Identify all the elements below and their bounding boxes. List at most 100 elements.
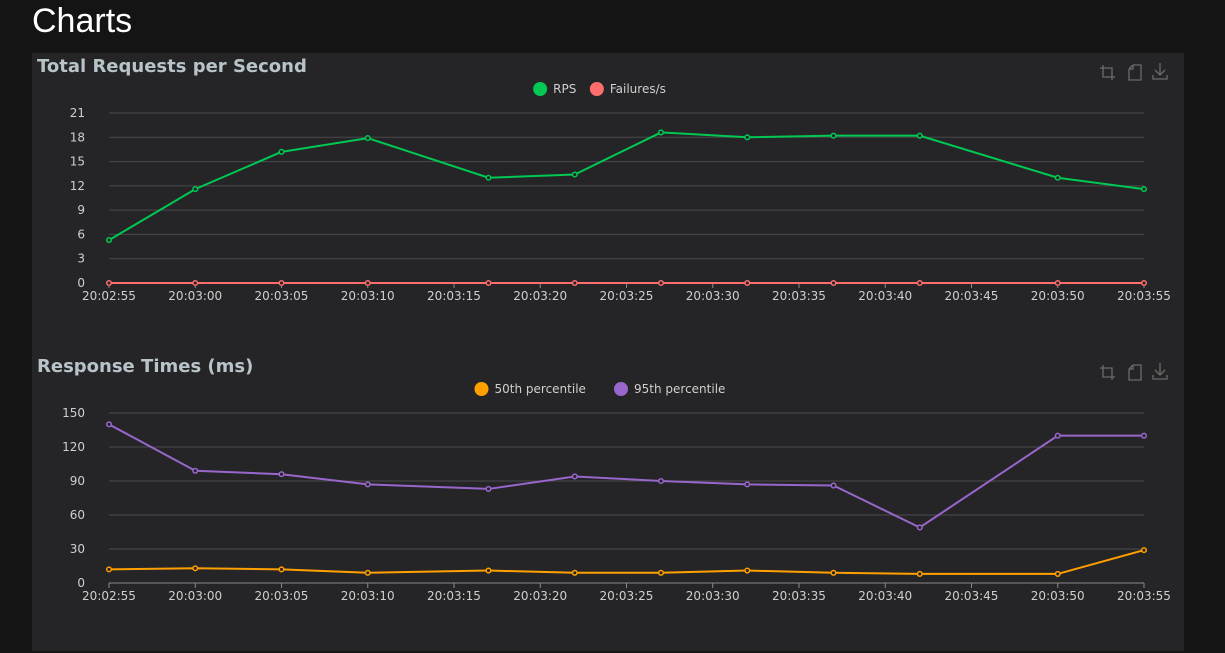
chart-legend: RPS Failures/s (533, 82, 666, 96)
legend-item[interactable]: Failures/s (589, 82, 666, 96)
data-point[interactable] (105, 566, 113, 573)
data-point[interactable] (105, 279, 113, 287)
data-point[interactable] (105, 421, 113, 428)
x-tick-label: 20:03:25 (600, 289, 654, 303)
data-point[interactable] (364, 135, 371, 142)
chart-title: Total Requests per Second (37, 56, 307, 77)
data-point[interactable] (916, 279, 923, 287)
data-point[interactable] (364, 279, 371, 287)
data-point[interactable] (744, 481, 751, 488)
y-tick-label: 60 (70, 508, 85, 522)
data-point[interactable] (571, 473, 578, 480)
legend-marker (474, 382, 489, 396)
restore-icon[interactable] (1128, 364, 1142, 381)
y-tick-label: 150 (62, 406, 85, 420)
x-tick-label: 20:02:55 (82, 589, 136, 603)
legend-marker (589, 82, 604, 96)
data-point[interactable] (278, 148, 285, 155)
zoom-icon[interactable] (1100, 65, 1115, 80)
data-point[interactable] (571, 279, 578, 287)
data-point[interactable] (1140, 186, 1148, 193)
data-point[interactable] (1054, 174, 1061, 181)
x-tick-label: 20:03:15 (427, 289, 481, 303)
page-title: Charts (32, 2, 133, 40)
x-tick-label: 20:03:50 (1031, 589, 1085, 603)
data-point[interactable] (278, 566, 285, 573)
x-tick-label: 20:03:35 (772, 589, 826, 603)
data-point[interactable] (916, 524, 923, 531)
x-tick-label: 20:03:20 (513, 589, 567, 603)
legend-label: RPS (553, 82, 576, 96)
x-tick-label: 20:03:00 (168, 589, 222, 603)
legend-item[interactable]: RPS (533, 82, 576, 96)
data-point[interactable] (192, 565, 199, 572)
legend-marker (614, 382, 628, 396)
legend-item[interactable]: 95th percentile (614, 382, 725, 396)
data-point[interactable] (364, 481, 371, 488)
response-times-chart: Response Times (ms) 50th percentile 95th p… (37, 356, 1171, 603)
data-point[interactable] (744, 279, 751, 287)
data-point[interactable] (364, 569, 371, 576)
x-tick-label: 20:03:35 (772, 289, 826, 303)
x-tick-label: 20:03:10 (341, 589, 395, 603)
x-tick-label: 20:03:05 (255, 589, 309, 603)
data-point[interactable] (1054, 570, 1061, 577)
data-point[interactable] (830, 482, 837, 489)
legend-label: Failures/s (610, 82, 666, 96)
y-tick-label: 6 (77, 227, 85, 241)
x-tick-label: 20:03:40 (858, 589, 912, 603)
charts-panel: Total Requests per Second RPS Failures/s 0 3… (32, 53, 1184, 651)
y-tick-label: 15 (70, 155, 85, 169)
x-tick-label: 20:03:00 (168, 289, 222, 303)
data-point[interactable] (278, 471, 285, 478)
data-point[interactable] (1140, 547, 1148, 554)
series-line (108, 549, 1145, 575)
series-line (108, 423, 1144, 529)
x-tick-label: 20:03:55 (1117, 289, 1171, 303)
restore-icon[interactable] (1128, 64, 1142, 81)
data-point[interactable] (485, 567, 492, 574)
data-point[interactable] (657, 477, 665, 485)
data-point[interactable] (830, 279, 837, 287)
data-point[interactable] (657, 129, 665, 136)
x-tick-label: 20:03:45 (945, 289, 999, 303)
data-point[interactable] (1140, 432, 1148, 439)
legend-label: 95th percentile (634, 382, 725, 396)
data-point[interactable] (192, 186, 199, 193)
y-tick-label: 30 (70, 542, 85, 556)
data-point[interactable] (744, 567, 751, 574)
rps-chart: Total Requests per Second RPS Failures/s 0 3… (37, 56, 1171, 303)
data-point[interactable] (1140, 279, 1148, 287)
data-point[interactable] (105, 237, 113, 244)
download-icon[interactable] (1152, 363, 1168, 380)
data-point[interactable] (1054, 279, 1061, 287)
data-point[interactable] (830, 569, 837, 576)
data-point[interactable] (916, 132, 923, 139)
data-point[interactable] (657, 279, 665, 287)
zoom-icon[interactable] (1100, 365, 1115, 380)
x-tick-label: 20:02:55 (82, 289, 136, 303)
data-point[interactable] (278, 279, 285, 287)
data-point[interactable] (192, 467, 199, 474)
data-point[interactable] (485, 279, 492, 287)
data-point[interactable] (830, 132, 837, 139)
y-tick-label: 9 (77, 203, 85, 217)
y-tick-label: 18 (70, 130, 85, 144)
data-point[interactable] (485, 485, 492, 492)
x-tick-label: 20:03:30 (686, 289, 740, 303)
x-tick-label: 20:03:40 (858, 289, 912, 303)
download-icon[interactable] (1152, 63, 1168, 80)
data-point[interactable] (571, 569, 578, 576)
data-point[interactable] (571, 171, 578, 178)
x-tick-label: 20:03:10 (341, 289, 395, 303)
x-tick-label: 20:03:25 (600, 589, 654, 603)
x-tick-label: 20:03:20 (513, 289, 567, 303)
data-point[interactable] (657, 569, 665, 576)
data-point[interactable] (485, 174, 492, 181)
x-tick-label: 20:03:45 (945, 589, 999, 603)
data-point[interactable] (916, 570, 923, 577)
data-point[interactable] (1054, 432, 1061, 439)
data-point[interactable] (192, 279, 199, 287)
data-point[interactable] (744, 134, 751, 141)
legend-item[interactable]: 50th percentile (474, 382, 586, 396)
